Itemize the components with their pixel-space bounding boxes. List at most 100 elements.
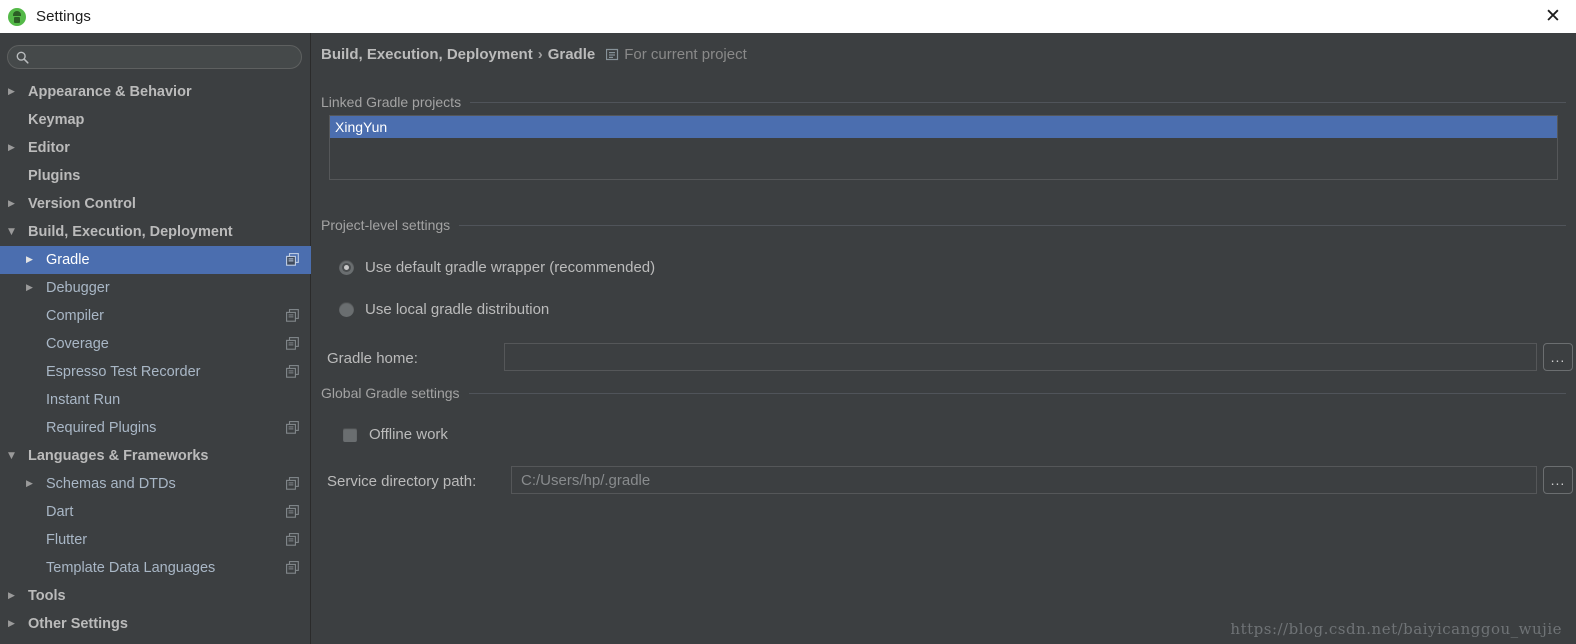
group-divider xyxy=(459,224,1566,226)
sidebar-item-version-control[interactable]: ▶ Version Control xyxy=(0,190,311,218)
radio-use-local-distribution-label: Use local gradle distribution xyxy=(365,301,550,318)
chevron-right-icon[interactable]: ▶ xyxy=(8,87,22,97)
sidebar-item-build-execution-deployment[interactable]: ▼ Build, Execution, Deployment xyxy=(0,218,311,246)
group-header-linked-projects-label: Linked Gradle projects xyxy=(321,94,462,110)
sidebar-item-label: Debugger xyxy=(46,280,110,296)
sidebar-item-label: Build, Execution, Deployment xyxy=(28,224,233,240)
settings-sidebar: ▶Appearance & Behavior▶Keymap▶Editor▶Plu… xyxy=(0,33,311,644)
sidebar-item-label: Dart xyxy=(46,504,74,520)
sidebar-item-dart[interactable]: ▶Dart xyxy=(0,498,311,526)
project-scope-icon xyxy=(286,365,299,378)
chevron-right-icon[interactable]: ▶ xyxy=(26,283,40,293)
sidebar-item-required-plugins[interactable]: ▶Required Plugins xyxy=(0,414,311,442)
sidebar-item-gradle[interactable]: ▶ Gradle xyxy=(0,246,311,274)
chevron-right-icon[interactable]: ▶ xyxy=(8,591,22,601)
group-header-project-level-label: Project-level settings xyxy=(321,217,451,233)
watermark-text: https://blog.csdn.net/baiyicanggou_wujie xyxy=(1230,620,1562,638)
radio-use-local-distribution[interactable]: Use local gradle distribution xyxy=(339,301,549,318)
chevron-down-icon[interactable]: ▼ xyxy=(8,227,22,237)
sidebar-item-label: Other Settings xyxy=(28,616,128,632)
search-box[interactable] xyxy=(7,45,302,69)
sidebar-item-label: Plugins xyxy=(28,168,81,184)
sidebar-item-label: Appearance & Behavior xyxy=(28,84,192,100)
sidebar-item-label: Required Plugins xyxy=(46,420,157,436)
list-item-label: XingYun xyxy=(335,119,388,135)
android-studio-icon xyxy=(8,7,26,26)
project-scope-icon xyxy=(286,253,299,266)
sidebar-item-editor[interactable]: ▶ Editor xyxy=(0,134,311,162)
breadcrumb-scope-text: For current project xyxy=(624,46,747,63)
search-icon xyxy=(16,51,29,64)
sidebar-item-keymap[interactable]: ▶Keymap xyxy=(0,106,311,134)
breadcrumb-separator: › xyxy=(537,46,543,63)
sidebar-item-flutter[interactable]: ▶Flutter xyxy=(0,526,311,554)
search-input[interactable] xyxy=(29,47,295,67)
radio-use-default-wrapper[interactable]: Use default gradle wrapper (recommended) xyxy=(339,259,655,276)
breadcrumb: Build, Execution, Deployment › Gradle Fo… xyxy=(321,46,747,63)
sidebar-item-label: Compiler xyxy=(46,308,105,324)
sidebar-item-label: Coverage xyxy=(46,336,109,352)
sidebar-item-label: Version Control xyxy=(28,196,136,212)
chevron-down-icon[interactable]: ▼ xyxy=(8,451,22,461)
sidebar-item-plugins[interactable]: ▶Plugins xyxy=(0,162,311,190)
sidebar-item-label: Schemas and DTDs xyxy=(46,476,176,492)
settings-tree: ▶Appearance & Behavior▶Keymap▶Editor▶Plu… xyxy=(0,78,311,638)
sidebar-item-label: Espresso Test Recorder xyxy=(46,364,201,380)
group-divider xyxy=(468,392,1566,394)
chevron-right-icon[interactable]: ▶ xyxy=(26,255,40,265)
sidebar-item-template-data-languages[interactable]: ▶Template Data Languages xyxy=(0,554,311,582)
project-scope-icon xyxy=(286,309,299,322)
project-scope-icon xyxy=(286,337,299,350)
settings-main-pane: Build, Execution, Deployment › Gradle Fo… xyxy=(311,33,1576,644)
settings-body: ▶Appearance & Behavior▶Keymap▶Editor▶Plu… xyxy=(0,33,1576,644)
service-directory-label: Service directory path: xyxy=(327,473,477,490)
project-scope-icon xyxy=(286,421,299,434)
project-scope-icon xyxy=(286,477,299,490)
project-scope-icon xyxy=(286,561,299,574)
close-icon[interactable]: ✕ xyxy=(1530,0,1576,33)
service-directory-input[interactable]: C:/Users/hp/.gradle xyxy=(511,466,1537,494)
sidebar-item-languages-frameworks[interactable]: ▼ Languages & Frameworks xyxy=(0,442,311,470)
window-titlebar: Settings ✕ xyxy=(0,0,1576,33)
chevron-right-icon[interactable]: ▶ xyxy=(8,199,22,209)
project-scope-icon xyxy=(286,533,299,546)
service-directory-browse-button[interactable]: ... xyxy=(1543,466,1573,494)
radio-button-icon[interactable] xyxy=(339,302,354,317)
radio-use-default-wrapper-label: Use default gradle wrapper (recommended) xyxy=(365,259,656,276)
sidebar-item-other-settings[interactable]: ▶ Other Settings xyxy=(0,610,311,638)
gradle-home-label: Gradle home: xyxy=(327,350,418,367)
sidebar-item-label: Editor xyxy=(28,140,70,156)
checkbox-offline-work-label: Offline work xyxy=(369,426,448,443)
list-item[interactable]: XingYun xyxy=(330,116,1557,138)
group-header-global-settings: Global Gradle settings xyxy=(321,385,1566,401)
chevron-right-icon[interactable]: ▶ xyxy=(26,479,40,489)
group-header-project-level: Project-level settings xyxy=(321,217,1566,233)
radio-button-icon[interactable] xyxy=(339,260,354,275)
checkbox-offline-work[interactable]: Offline work xyxy=(343,426,448,443)
project-scope-icon xyxy=(286,505,299,518)
sidebar-item-appearance-behavior[interactable]: ▶ Appearance & Behavior xyxy=(0,78,311,106)
sidebar-item-espresso-test-recorder[interactable]: ▶Espresso Test Recorder xyxy=(0,358,311,386)
sidebar-item-label: Languages & Frameworks xyxy=(28,448,209,464)
sidebar-item-label: Flutter xyxy=(46,532,88,548)
linked-projects-list[interactable]: XingYun xyxy=(329,115,1558,180)
gradle-home-browse-button[interactable]: ... xyxy=(1543,343,1573,371)
breadcrumb-current: Gradle xyxy=(547,46,596,63)
breadcrumb-parent[interactable]: Build, Execution, Deployment xyxy=(321,46,533,63)
chevron-right-icon[interactable]: ▶ xyxy=(8,619,22,629)
chevron-right-icon[interactable]: ▶ xyxy=(8,143,22,153)
sidebar-item-schemas-and-dtds[interactable]: ▶ Schemas and DTDs xyxy=(0,470,311,498)
group-header-linked-projects: Linked Gradle projects xyxy=(321,94,1566,110)
gradle-home-input[interactable] xyxy=(504,343,1537,371)
checkbox-icon[interactable] xyxy=(343,427,357,442)
sidebar-item-label: Tools xyxy=(28,588,66,604)
sidebar-item-compiler[interactable]: ▶Compiler xyxy=(0,302,311,330)
sidebar-item-tools[interactable]: ▶ Tools xyxy=(0,582,311,610)
sidebar-item-coverage[interactable]: ▶Coverage xyxy=(0,330,311,358)
sidebar-item-label: Gradle xyxy=(46,252,90,268)
window-title: Settings xyxy=(36,8,91,25)
project-scope-icon xyxy=(606,48,619,61)
sidebar-item-instant-run[interactable]: ▶Instant Run xyxy=(0,386,311,414)
sidebar-item-debugger[interactable]: ▶ Debugger xyxy=(0,274,311,302)
sidebar-item-label: Instant Run xyxy=(46,392,121,408)
